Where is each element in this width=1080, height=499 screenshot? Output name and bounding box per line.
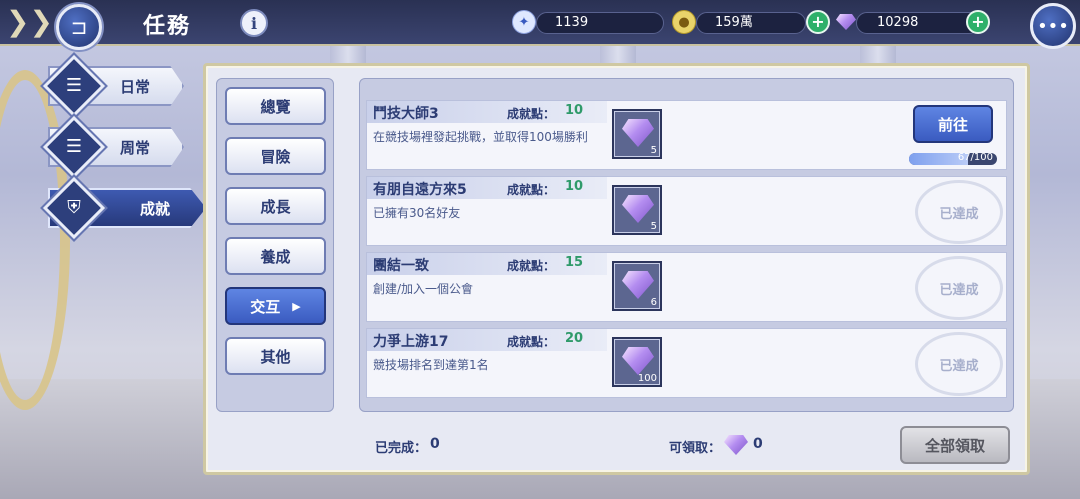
achievement-description: 創建/加入一個公會 <box>373 282 474 296</box>
reward-count: 5 <box>650 145 657 156</box>
tab-overview[interactable]: 總覽 <box>225 87 326 125</box>
points-value: 10 <box>565 179 584 194</box>
decorative-shield <box>0 70 70 410</box>
blue-coin-icon: ✦ <box>512 10 536 34</box>
category-label: 周常 <box>120 138 151 157</box>
tab-label: 交互 <box>250 297 281 316</box>
resource-blue-coin: 1139 <box>536 12 664 34</box>
status-label: 已達成 <box>939 206 979 222</box>
reward-count: 5 <box>650 221 657 232</box>
diamond-icon <box>622 195 654 223</box>
completed-stamp: 已達成 <box>915 332 1003 396</box>
completed-stamp: 已達成 <box>915 256 1003 320</box>
achievement-name: 有朋自遠方來5 <box>373 182 467 198</box>
tab-label: 冒險 <box>260 147 291 166</box>
tab-adventure[interactable]: 冒險 <box>225 137 326 175</box>
progress-bar: 67/100 <box>909 153 997 165</box>
achievement-description: 在競技場裡發起挑戰，並取得100場勝利 <box>373 130 588 144</box>
list-item: 鬥技大師3 成就點： 10 在競技場裡發起挑戰，並取得100場勝利 5 前往 6… <box>366 100 1007 170</box>
list-item: 團結一致 成就點： 15 創建/加入一個公會 6 已達成 <box>366 252 1007 322</box>
points-label: 成就點： <box>507 259 556 273</box>
tab-label: 其他 <box>260 347 291 366</box>
points-label: 成就點： <box>507 335 556 349</box>
play-arrow-icon: ▶ <box>292 299 301 313</box>
tab-growth[interactable]: 成長 <box>225 187 326 225</box>
chat-bubble-icon: ••• <box>1037 15 1069 37</box>
go-button[interactable]: 前往 <box>913 105 993 143</box>
resource-value: 1139 <box>555 15 589 30</box>
tab-training[interactable]: 養成 <box>225 237 326 275</box>
reward-slot[interactable]: 5 <box>612 109 662 159</box>
list-item: 有朋自遠方來5 成就點： 10 已擁有30名好友 5 已達成 <box>366 176 1007 246</box>
add-gold-button[interactable]: + <box>806 10 830 34</box>
diamond-icon <box>622 347 654 375</box>
gold-coin-icon: ● <box>672 10 696 34</box>
completed-stamp: 已達成 <box>915 180 1003 244</box>
completed-count: 0 <box>430 436 440 452</box>
achievement-list[interactable]: 鬥技大師3 成就點： 10 在競技場裡發起挑戰，並取得100場勝利 5 前往 6… <box>359 78 1014 412</box>
claim-all-button[interactable]: 全部領取 <box>900 426 1010 464</box>
progress-text: 67/100 <box>957 153 993 163</box>
back-arrow-icon: ⊐ <box>70 15 88 39</box>
claimable-count: 0 <box>753 436 763 452</box>
reward-slot[interactable]: 6 <box>612 261 662 311</box>
reward-count: 6 <box>650 297 657 308</box>
resource-gold-coin: 159萬 <box>696 12 806 34</box>
go-label: 前往 <box>937 115 968 134</box>
diamond-icon <box>622 119 654 147</box>
resource-value: 159萬 <box>715 15 753 30</box>
points-value: 20 <box>565 331 584 346</box>
completed-label: 已完成： <box>375 441 428 456</box>
page-title: 任務 <box>143 14 192 39</box>
tab-interaction[interactable]: 交互 ▶ <box>225 287 326 325</box>
resource-value: 10298 <box>877 15 919 30</box>
diamond-icon <box>834 10 858 34</box>
category-label: 日常 <box>120 77 151 96</box>
points-value: 10 <box>565 103 584 118</box>
achievement-name: 鬥技大師3 <box>373 106 439 122</box>
add-diamond-button[interactable]: + <box>966 10 990 34</box>
category-label: 成就 <box>140 199 171 218</box>
claimable-label: 可領取： <box>669 441 722 456</box>
status-label: 已達成 <box>939 358 979 374</box>
diamond-icon <box>622 271 654 299</box>
back-button[interactable]: ⊐ <box>56 4 102 50</box>
points-value: 15 <box>565 255 584 270</box>
reward-count: 100 <box>637 373 657 384</box>
tab-other[interactable]: 其他 <box>225 337 326 375</box>
resource-diamond: 10298 <box>856 12 980 34</box>
tab-label: 成長 <box>260 197 291 216</box>
claim-all-label: 全部領取 <box>924 436 985 455</box>
achievement-description: 競技場排名到達第1名 <box>373 358 489 372</box>
tab-label: 養成 <box>260 247 291 266</box>
points-label: 成就點： <box>507 183 556 197</box>
list-item: 力爭上游17 成就點： 20 競技場排名到達第1名 100 已達成 <box>366 328 1007 398</box>
achievement-description: 已擁有30名好友 <box>373 206 461 220</box>
achievement-name: 團結一致 <box>373 258 429 274</box>
status-label: 已達成 <box>939 282 979 298</box>
info-icon[interactable]: i <box>240 9 268 37</box>
achievement-name: 力爭上游17 <box>373 334 449 350</box>
reward-slot[interactable]: 100 <box>612 337 662 387</box>
reward-slot[interactable]: 5 <box>612 185 662 235</box>
tab-label: 總覽 <box>260 97 291 116</box>
chat-button[interactable]: ••• <box>1030 3 1076 49</box>
points-label: 成就點： <box>507 107 556 121</box>
